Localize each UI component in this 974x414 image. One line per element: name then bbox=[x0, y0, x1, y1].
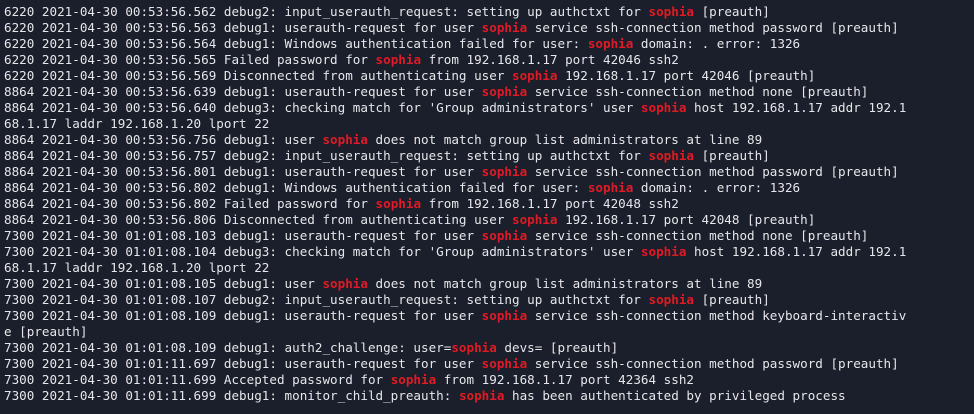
highlighted-username: sophia bbox=[587, 36, 634, 51]
log-text: domain: . error: 1326 bbox=[633, 36, 801, 51]
highlighted-username: sophia bbox=[481, 228, 528, 243]
highlighted-username: sophia bbox=[512, 212, 558, 227]
log-text: 8864 2021-04-30 00:53:56.801 debug1: use… bbox=[4, 164, 482, 179]
highlighted-username: sophia bbox=[322, 132, 368, 147]
highlighted-username: sophia bbox=[512, 68, 558, 83]
highlighted-username: sophia bbox=[481, 20, 528, 35]
log-line: 8864 2021-04-30 00:53:56.806 Disconnecte… bbox=[4, 212, 966, 228]
highlighted-username: sophia bbox=[648, 292, 694, 307]
log-text: service ssh-connection method none [prea… bbox=[527, 228, 869, 243]
log-text: host 192.168.1.17 addr 192.1 bbox=[686, 100, 907, 115]
log-line: 6220 2021-04-30 00:53:56.563 debug1: use… bbox=[4, 20, 966, 36]
log-line: 7300 2021-04-30 01:01:08.107 debug2: inp… bbox=[4, 292, 966, 308]
log-line: 7300 2021-04-30 01:01:11.699 debug1: mon… bbox=[4, 388, 966, 404]
log-text: 7300 2021-04-30 01:01:11.697 debug1: use… bbox=[4, 356, 482, 371]
log-text: 7300 2021-04-30 01:01:08.107 debug2: inp… bbox=[4, 292, 649, 307]
log-text: 6220 2021-04-30 00:53:56.565 Failed pass… bbox=[4, 52, 376, 67]
highlighted-username: sophia bbox=[481, 84, 528, 99]
log-text: devs= [preauth] bbox=[496, 340, 619, 355]
log-text: 192.168.1.17 port 42048 [preauth] bbox=[557, 212, 816, 227]
log-text: host 192.168.1.17 addr 192.1 bbox=[686, 244, 907, 259]
log-text: service ssh-connection method password [… bbox=[527, 164, 899, 179]
log-text: service ssh-connection method none [prea… bbox=[527, 84, 869, 99]
log-text: 7300 2021-04-30 01:01:08.109 debug1: use… bbox=[4, 308, 482, 323]
highlighted-username: sophia bbox=[390, 372, 437, 387]
log-line: 6220 2021-04-30 00:53:56.562 debug2: inp… bbox=[4, 4, 966, 20]
highlighted-username: sophia bbox=[375, 196, 422, 211]
log-text: 7300 2021-04-30 01:01:08.109 debug1: aut… bbox=[4, 340, 452, 355]
log-text: 7300 2021-04-30 01:01:08.104 debug3: che… bbox=[4, 244, 641, 259]
highlighted-username: sophia bbox=[481, 308, 528, 323]
log-line: 7300 2021-04-30 01:01:11.699 Accepted pa… bbox=[4, 372, 966, 388]
log-text: 7300 2021-04-30 01:01:08.103 debug1: use… bbox=[4, 228, 482, 243]
log-text: [preauth] bbox=[693, 4, 770, 19]
log-text: service ssh-connection method password [… bbox=[527, 356, 899, 371]
log-line: 8864 2021-04-30 00:53:56.640 debug3: che… bbox=[4, 100, 966, 116]
highlighted-username: sophia bbox=[322, 276, 368, 291]
highlighted-username: sophia bbox=[458, 388, 505, 403]
highlighted-username: sophia bbox=[375, 52, 422, 67]
log-line: 6220 2021-04-30 00:53:56.564 debug1: Win… bbox=[4, 36, 966, 52]
log-line: 7300 2021-04-30 01:01:11.697 debug1: use… bbox=[4, 356, 966, 372]
log-text: [preauth] bbox=[693, 148, 770, 163]
log-text: 8864 2021-04-30 00:53:56.757 debug2: inp… bbox=[4, 148, 649, 163]
log-text: from 192.168.1.17 port 42048 ssh2 bbox=[421, 196, 679, 211]
highlighted-username: sophia bbox=[640, 244, 687, 259]
log-text: service ssh-connection method password [… bbox=[527, 20, 899, 35]
log-line: 6220 2021-04-30 00:53:56.565 Failed pass… bbox=[4, 52, 966, 68]
log-text: 68.1.17 laddr 192.168.1.20 lport 22 bbox=[4, 116, 270, 131]
terminal-window[interactable]: 6220 2021-04-30 00:53:56.562 debug2: inp… bbox=[0, 0, 974, 414]
log-line: 7300 2021-04-30 01:01:08.104 debug3: che… bbox=[4, 244, 966, 260]
log-text: from 192.168.1.17 port 42046 ssh2 bbox=[421, 52, 679, 67]
log-text: 6220 2021-04-30 00:53:56.569 Disconnecte… bbox=[4, 68, 512, 83]
log-text: has been authenticated by privileged pro… bbox=[504, 388, 846, 403]
highlighted-username: sophia bbox=[648, 148, 694, 163]
highlighted-username: sophia bbox=[640, 100, 687, 115]
log-text: 8864 2021-04-30 00:53:56.756 debug1: use… bbox=[4, 132, 323, 147]
log-text: 7300 2021-04-30 01:01:08.105 debug1: use… bbox=[4, 276, 323, 291]
log-line: 8864 2021-04-30 00:53:56.802 Failed pass… bbox=[4, 196, 966, 212]
log-text: does not match group list administrators… bbox=[367, 276, 763, 291]
log-line: 7300 2021-04-30 01:01:08.109 debug1: use… bbox=[4, 308, 966, 324]
log-text: 8864 2021-04-30 00:53:56.639 debug1: use… bbox=[4, 84, 482, 99]
log-line: 8864 2021-04-30 00:53:56.757 debug2: inp… bbox=[4, 148, 966, 164]
log-line: 6220 2021-04-30 00:53:56.569 Disconnecte… bbox=[4, 68, 966, 84]
log-text: service ssh-connection method keyboard-i… bbox=[527, 308, 907, 323]
log-text: 8864 2021-04-30 00:53:56.806 Disconnecte… bbox=[4, 212, 512, 227]
log-text: e [preauth] bbox=[4, 324, 88, 339]
log-line: 68.1.17 laddr 192.168.1.20 lport 22 bbox=[4, 260, 966, 276]
log-line: 8864 2021-04-30 00:53:56.801 debug1: use… bbox=[4, 164, 966, 180]
log-line: 8864 2021-04-30 00:53:56.802 debug1: Win… bbox=[4, 180, 966, 196]
highlighted-username: sophia bbox=[648, 4, 694, 19]
log-text: 8864 2021-04-30 00:53:56.640 debug3: che… bbox=[4, 100, 641, 115]
log-text: from 192.168.1.17 port 42364 ssh2 bbox=[436, 372, 694, 387]
log-text: domain: . error: 1326 bbox=[633, 180, 801, 195]
log-output: 6220 2021-04-30 00:53:56.562 debug2: inp… bbox=[4, 4, 966, 404]
log-text: [preauth] bbox=[693, 292, 770, 307]
log-text: 8864 2021-04-30 00:53:56.802 Failed pass… bbox=[4, 196, 376, 211]
log-text: 192.168.1.17 port 42046 [preauth] bbox=[557, 68, 816, 83]
log-text: 7300 2021-04-30 01:01:11.699 Accepted pa… bbox=[4, 372, 391, 387]
log-text: 6220 2021-04-30 00:53:56.564 debug1: Win… bbox=[4, 36, 588, 51]
log-text: 7300 2021-04-30 01:01:11.699 debug1: mon… bbox=[4, 388, 459, 403]
log-line: e [preauth] bbox=[4, 324, 966, 340]
log-line: 7300 2021-04-30 01:01:08.109 debug1: aut… bbox=[4, 340, 966, 356]
log-text: 6220 2021-04-30 00:53:56.563 debug1: use… bbox=[4, 20, 482, 35]
log-text: does not match group list administrators… bbox=[367, 132, 763, 147]
highlighted-username: sophia bbox=[481, 356, 528, 371]
log-text: 68.1.17 laddr 192.168.1.20 lport 22 bbox=[4, 260, 270, 275]
highlighted-username: sophia bbox=[451, 340, 497, 355]
log-line: 68.1.17 laddr 192.168.1.20 lport 22 bbox=[4, 116, 966, 132]
log-line: 7300 2021-04-30 01:01:08.105 debug1: use… bbox=[4, 276, 966, 292]
log-line: 8864 2021-04-30 00:53:56.756 debug1: use… bbox=[4, 132, 966, 148]
highlighted-username: sophia bbox=[481, 164, 528, 179]
log-text: 6220 2021-04-30 00:53:56.562 debug2: inp… bbox=[4, 4, 649, 19]
log-line: 7300 2021-04-30 01:01:08.103 debug1: use… bbox=[4, 228, 966, 244]
highlighted-username: sophia bbox=[587, 180, 634, 195]
log-line: 8864 2021-04-30 00:53:56.639 debug1: use… bbox=[4, 84, 966, 100]
log-text: 8864 2021-04-30 00:53:56.802 debug1: Win… bbox=[4, 180, 588, 195]
